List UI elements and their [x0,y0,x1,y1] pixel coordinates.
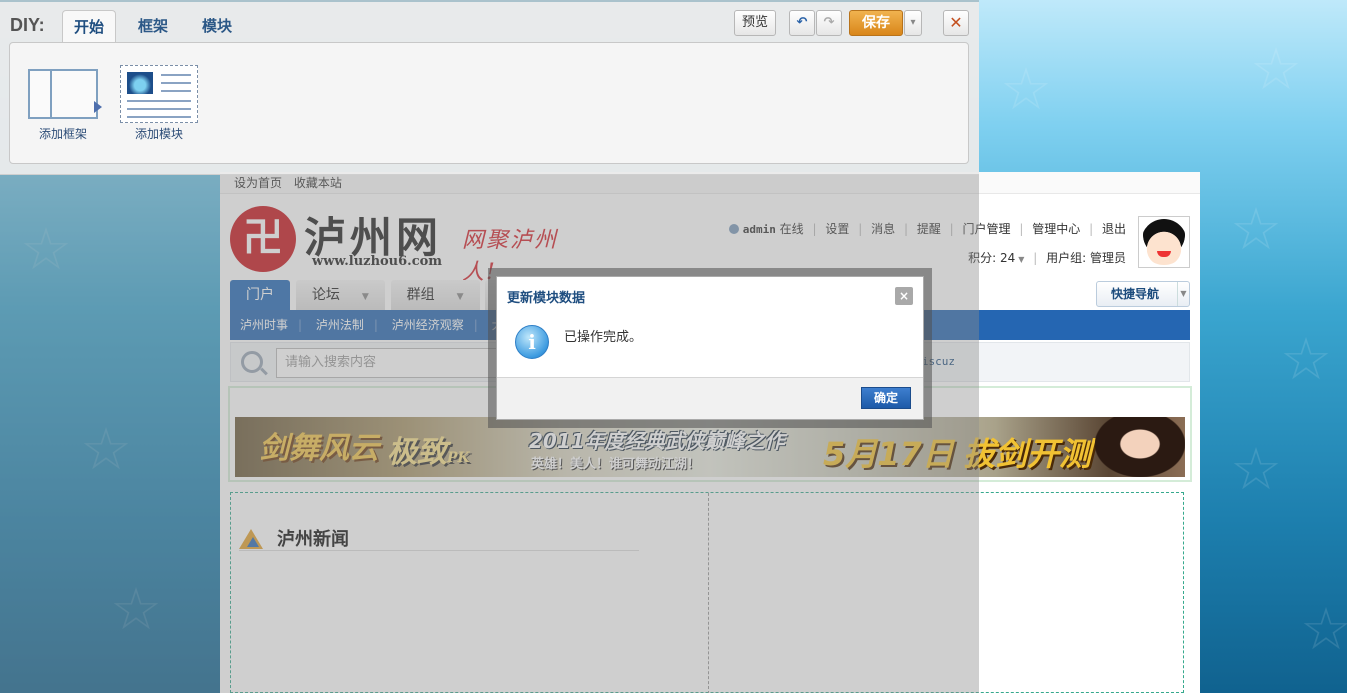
dialog-footer: 确定 [497,377,923,419]
separator: | [1019,222,1024,236]
chevron-down-icon[interactable]: ▼ [1177,282,1189,306]
logout-link[interactable]: 退出 [1102,222,1126,236]
save-dropdown-icon[interactable]: ▾ [904,10,922,36]
quick-nav-label: 快捷导航 [1111,287,1160,301]
separator: | [1033,251,1038,265]
diy-toolbox: 添加框架 添加模块 [9,42,969,164]
diy-panel: DIY: 开始 框架 模块 预览 ↶ ↷ 保存 ▾ ✕ 添加框架 添加模块 [0,2,979,175]
undo-icon[interactable]: ↶ [789,10,815,36]
text-line [161,90,191,92]
text-line [127,116,191,118]
preview-button[interactable]: 预览 [734,10,776,36]
add-block-label: 添加模块 [134,127,183,141]
close-icon[interactable]: ✕ [943,10,969,36]
banner-character-image [1095,417,1185,477]
close-icon[interactable]: × [895,287,913,305]
add-frame-icon [28,69,102,119]
chevron-down-icon[interactable]: ▼ [1018,255,1024,264]
dialog-message: 已操作完成。 [564,330,643,345]
background-star-icon: ☆ [1250,35,1302,103]
text-line [161,82,191,84]
avatar[interactable] [1138,216,1190,268]
background-star-icon: ☆ [1230,195,1282,263]
add-frame-label: 添加框架 [38,127,87,141]
text-line [127,108,191,110]
text-line [127,100,191,102]
text-line [161,74,191,76]
update-block-dialog: 更新模块数据 × i 已操作完成。 确定 [496,276,924,420]
dialog-title: 更新模块数据 [507,291,586,306]
background-star-icon: ☆ [1300,595,1347,663]
image-thumb-icon [127,72,153,94]
background-star-icon: ☆ [1230,435,1282,503]
avatar-face-icon [1141,219,1187,265]
diy-actions: 预览 ↶ ↷ 保存 ▾ ✕ [0,10,979,38]
save-button[interactable]: 保存 [849,10,903,36]
add-block-button[interactable]: 添加模块 [118,63,200,145]
info-icon: i [515,325,549,359]
background-star-icon: ☆ [1000,55,1052,123]
admin-center-link[interactable]: 管理中心 [1032,222,1080,236]
redo-icon[interactable]: ↷ [816,10,842,36]
add-block-icon [120,65,198,123]
add-frame-button[interactable]: 添加框架 [22,63,104,145]
user-stats-bar: 积分: 24 ▼ | 用户组: 管理员 [968,249,1126,266]
separator: | [1089,222,1094,236]
confirm-button[interactable]: 确定 [861,387,911,409]
quick-nav-button[interactable]: 快捷导航 ▼ [1096,281,1190,307]
user-group-link[interactable]: 用户组: 管理员 [1046,251,1126,265]
background-star-icon: ☆ [1280,325,1332,393]
banner-action: 拔剑开测 [963,435,1092,473]
